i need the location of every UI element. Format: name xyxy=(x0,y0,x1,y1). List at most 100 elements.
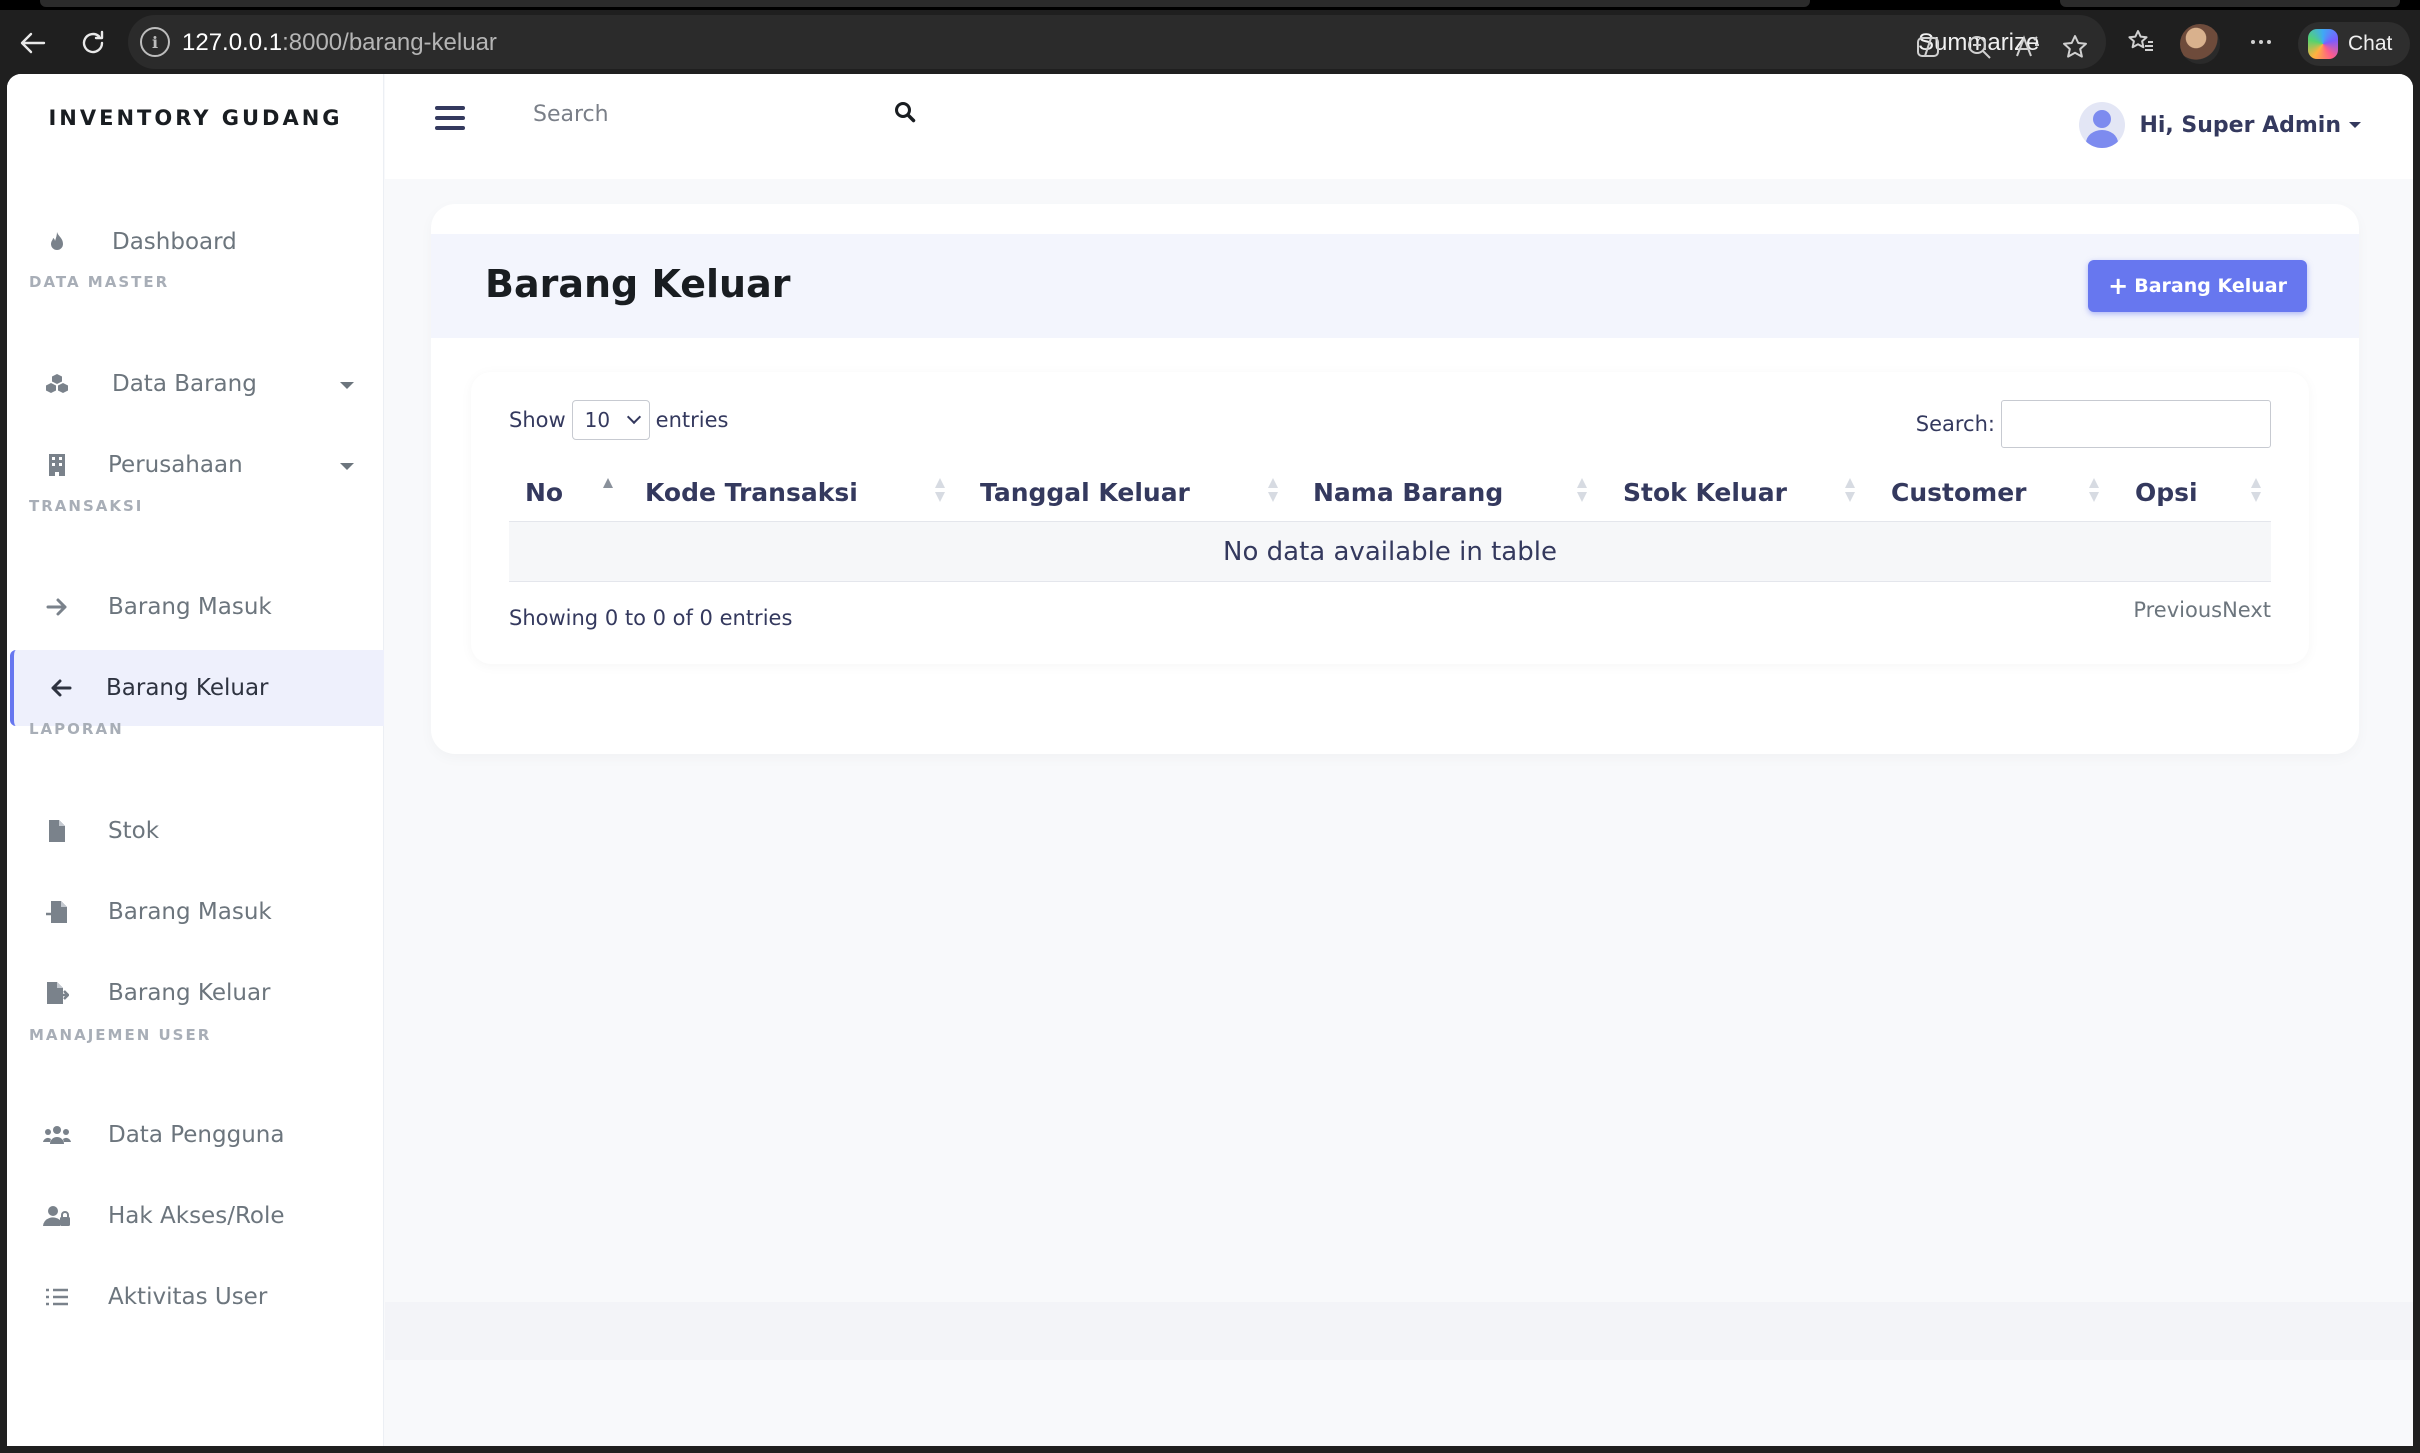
previous-button[interactable]: Previous xyxy=(2133,598,2222,622)
page-viewport: INVENTORY GUDANG Dashboard DATA MASTER D… xyxy=(7,74,2413,1446)
add-barang-keluar-button[interactable]: + Barang Keluar xyxy=(2088,260,2307,312)
sidebar-item-data-pengguna[interactable]: Data Pengguna xyxy=(10,1097,384,1173)
pagination: Previous Next xyxy=(2133,598,2271,622)
user-greeting: Hi, Super Admin xyxy=(2139,112,2341,138)
sidebar-item-perusahaan[interactable]: Perusahaan xyxy=(10,427,384,503)
column-header-customer[interactable]: Customer xyxy=(1891,478,2027,507)
top-navbar: Search Hi, Super Admin xyxy=(385,74,2413,179)
address-bar[interactable]: i 127.0.0.1:8000/barang-keluar Summarize xyxy=(128,15,2106,69)
zoom-out-icon[interactable] xyxy=(1960,28,1998,66)
column-header-no[interactable]: No xyxy=(525,478,563,507)
sidebar-item-label: Perusahaan xyxy=(108,452,243,478)
browser-tab[interactable] xyxy=(2060,0,2400,7)
sort-asc-icon xyxy=(603,476,613,506)
back-icon[interactable] xyxy=(14,24,52,62)
footer xyxy=(385,1302,2413,1360)
content-card: Barang Keluar + Barang Keluar Show 10 en… xyxy=(431,204,2359,754)
search-icon[interactable] xyxy=(893,100,923,130)
empty-message: No data available in table xyxy=(1223,536,1557,567)
column-header-tanggal-keluar[interactable]: Tanggal Keluar xyxy=(980,478,1190,507)
search-label: Search: xyxy=(1915,412,1995,436)
section-header: Barang Keluar + Barang Keluar xyxy=(431,234,2359,338)
browser-toolbar: i 127.0.0.1:8000/barang-keluar Summarize… xyxy=(0,10,2420,74)
sort-icon xyxy=(2089,476,2099,506)
browser-tab[interactable] xyxy=(40,0,1810,7)
cubes-icon xyxy=(40,367,74,401)
sidebar-item-laporan-stok[interactable]: Stok xyxy=(10,793,384,869)
add-button-label: Barang Keluar xyxy=(2134,275,2287,297)
more-options-icon[interactable] xyxy=(2242,23,2280,61)
user-lock-icon xyxy=(40,1199,74,1233)
chevron-down-icon xyxy=(340,463,354,470)
sidebar-item-label: Dashboard xyxy=(112,229,237,255)
entries-select[interactable]: 10 xyxy=(571,400,650,440)
table-search-input[interactable] xyxy=(2001,400,2271,448)
reload-icon[interactable] xyxy=(74,24,112,62)
user-dropdown[interactable]: Hi, Super Admin xyxy=(2079,102,2361,148)
read-aloud-icon[interactable] xyxy=(2008,28,2046,66)
sort-icon xyxy=(1577,476,1587,506)
sidebar-item-label: Aktivitas User xyxy=(108,1284,268,1310)
sort-icon xyxy=(1845,476,1855,506)
copilot-chat-button[interactable]: Chat xyxy=(2298,22,2410,66)
sidebar-item-barang-masuk[interactable]: Barang Masuk xyxy=(10,569,384,645)
file-export-icon xyxy=(40,976,74,1010)
table-search-control: Search: xyxy=(1916,400,2271,448)
chevron-down-icon xyxy=(340,382,354,389)
file-import-icon xyxy=(40,895,74,929)
menu-header-transaksi: TRANSAKSI xyxy=(29,497,144,515)
sidebar-item-label: Data Barang xyxy=(112,371,257,397)
datatable-card: Show 10 entries Search: No Kode Transaks… xyxy=(471,372,2309,664)
menu-header-data-master: DATA MASTER xyxy=(29,273,170,291)
next-button[interactable]: Next xyxy=(2222,598,2271,622)
chevron-down-icon xyxy=(2349,122,2361,128)
menu-header-manajemen-user: MANAJEMEN USER xyxy=(29,1026,212,1044)
sidebar-item-aktivitas-user[interactable]: Aktivitas User xyxy=(10,1259,384,1335)
column-header-nama-barang[interactable]: Nama Barang xyxy=(1313,478,1503,507)
sort-icon xyxy=(1268,476,1278,506)
show-label: Show xyxy=(509,408,566,432)
column-header-kode-transaksi[interactable]: Kode Transaksi xyxy=(645,478,858,507)
site-info-icon[interactable]: i xyxy=(140,27,170,57)
fire-icon xyxy=(40,225,74,259)
browser-tab-strip xyxy=(0,0,2420,10)
sidebar-item-label: Data Pengguna xyxy=(108,1122,285,1148)
sidebar-item-label: Barang Masuk xyxy=(108,899,272,925)
column-header-stok-keluar[interactable]: Stok Keluar xyxy=(1623,478,1787,507)
sidebar-item-laporan-barang-masuk[interactable]: Barang Masuk xyxy=(10,874,384,950)
sidebar-item-laporan-barang-keluar[interactable]: Barang Keluar xyxy=(10,955,384,1031)
sidebar-item-hak-akses[interactable]: Hak Akses/Role xyxy=(10,1178,384,1254)
building-icon xyxy=(40,448,74,482)
arrow-right-icon xyxy=(40,590,74,624)
sort-icon xyxy=(935,476,945,506)
favorite-star-icon[interactable] xyxy=(2056,28,2094,66)
sidebar-item-data-barang[interactable]: Data Barang xyxy=(10,346,384,422)
entries-length-control: Show 10 entries xyxy=(509,400,728,440)
plus-icon: + xyxy=(2108,272,2129,300)
entries-value: 10 xyxy=(584,408,611,432)
arrow-left-icon xyxy=(44,671,78,705)
copilot-icon xyxy=(2308,29,2338,59)
address-url[interactable]: 127.0.0.1:8000/barang-keluar xyxy=(182,29,497,57)
sidebar-item-label: Hak Akses/Role xyxy=(108,1203,285,1229)
column-header-opsi[interactable]: Opsi xyxy=(2135,478,2198,507)
sort-icon xyxy=(2251,476,2261,506)
favorites-icon[interactable] xyxy=(2122,23,2160,61)
sidebar-item-label: Barang Keluar xyxy=(106,675,269,701)
sidebar-item-dashboard[interactable]: Dashboard xyxy=(10,204,384,280)
menu-toggle-icon[interactable] xyxy=(435,106,465,130)
sidebar-item-barang-keluar[interactable]: Barang Keluar xyxy=(10,650,384,726)
table-header: No Kode Transaksi Tanggal Keluar Nama Ba… xyxy=(509,464,2271,522)
sidebar-item-label: Barang Masuk xyxy=(108,594,272,620)
menu-header-laporan: LAPORAN xyxy=(29,720,124,738)
entries-label: entries xyxy=(655,408,729,432)
page-title: Barang Keluar xyxy=(485,262,791,306)
navbar-search-input[interactable]: Search xyxy=(533,102,609,127)
avatar xyxy=(2079,102,2126,148)
summarize-icon[interactable] xyxy=(1910,28,1948,66)
list-icon xyxy=(40,1280,74,1314)
table-empty-row: No data available in table xyxy=(509,522,2271,582)
brand-title[interactable]: INVENTORY GUDANG xyxy=(7,106,384,130)
sidebar-item-label: Stok xyxy=(108,818,160,844)
profile-avatar[interactable] xyxy=(2180,24,2220,64)
